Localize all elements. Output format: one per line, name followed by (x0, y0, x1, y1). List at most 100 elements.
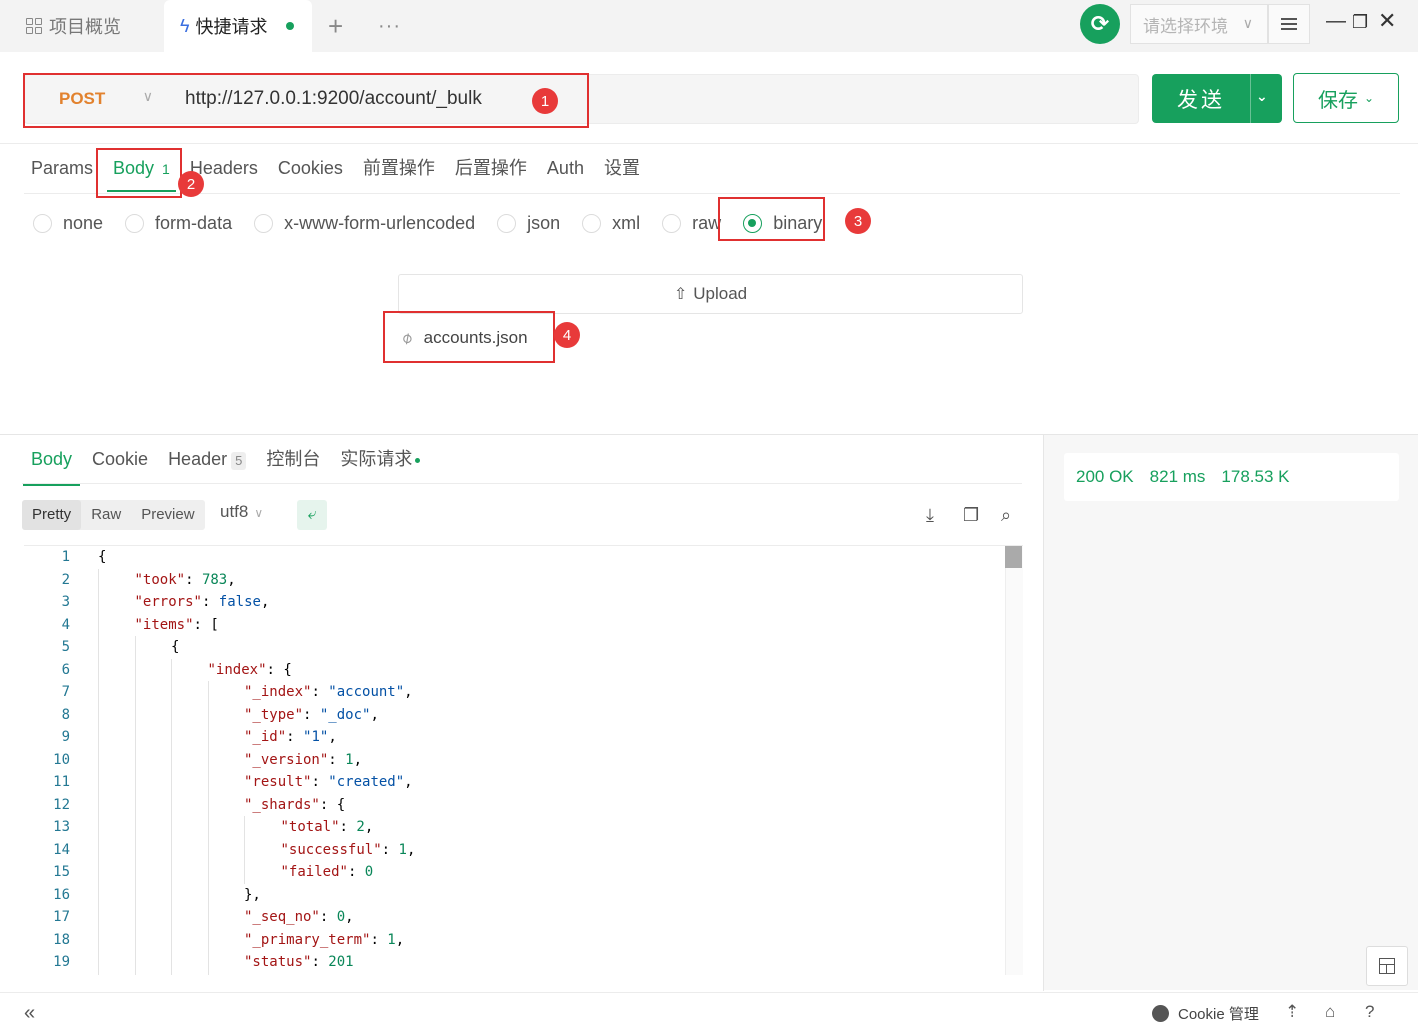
code-token: : (201, 594, 219, 610)
upload-label: Upload (693, 284, 748, 303)
layout-toggle-button[interactable] (1366, 946, 1408, 986)
line-number: 10 (53, 751, 70, 768)
indent-guide (134, 636, 136, 975)
code-token: : (319, 909, 337, 925)
tab-cookies[interactable]: Cookies (278, 150, 343, 190)
send-button[interactable]: 发送 ⌄ (1152, 74, 1282, 123)
cookie-manager-button[interactable]: Cookie 管理 (1152, 1003, 1259, 1024)
line-number: 18 (53, 931, 70, 948)
more-tabs-button[interactable]: ··· (378, 0, 401, 52)
tab-project-overview[interactable]: 项目概览 (26, 0, 121, 52)
tab-console[interactable]: 控制台 (266, 445, 320, 485)
radio-circle (582, 213, 602, 233)
minimize-button[interactable]: — (1326, 10, 1346, 33)
close-button[interactable]: ✕ (1378, 8, 1396, 34)
code-token: : (370, 931, 388, 948)
annotation-badge-2: 2 (178, 171, 204, 197)
scrollbar[interactable] (1005, 546, 1023, 975)
code-token: "took" (134, 571, 186, 588)
code-token: 201 (328, 954, 354, 970)
code-text: "total": 2, (281, 816, 374, 838)
status-bar: « Cookie 管理 ⇡ ⌂ ? (0, 992, 1418, 1032)
scrollbar-thumb[interactable] (1005, 546, 1022, 568)
line-number: 8 (61, 706, 70, 723)
code-token: : (328, 751, 346, 768)
environment-select[interactable]: 请选择环境 ∨ (1130, 4, 1268, 44)
environment-placeholder: 请选择环境 (1143, 16, 1228, 36)
search-icon[interactable]: ⌕ (1001, 505, 1011, 526)
sync-button[interactable]: ⟳ (1080, 4, 1120, 44)
download-icon[interactable]: ⤓ (926, 505, 934, 526)
code-text: "_seq_no": 0, (244, 906, 354, 928)
tab-label: Body (31, 449, 73, 469)
tab-response-header[interactable]: Header 5 (168, 445, 247, 485)
help-icon[interactable]: ? (1365, 1002, 1374, 1022)
tab-post-request[interactable]: 后置操作 (455, 150, 527, 190)
code-text: "took": 783, (135, 569, 236, 591)
collapse-sidebar-icon[interactable]: « (24, 1002, 35, 1025)
code-line: 3 "errors": false, (24, 591, 1004, 613)
line-number: 1 (61, 549, 70, 565)
chevron-down-icon[interactable]: ⌄ (1256, 88, 1268, 105)
code-token: : { (319, 796, 346, 813)
view-preview[interactable]: Preview (131, 500, 204, 530)
line-number: 6 (61, 661, 70, 678)
radio-circle (125, 213, 145, 233)
radio-circle (662, 213, 682, 233)
tab-pre-request[interactable]: 前置操作 (363, 150, 435, 190)
code-text: "failed": 0 (281, 861, 374, 883)
code-token: , (227, 571, 236, 588)
tab-response-body[interactable]: Body (22, 445, 81, 486)
radio-raw[interactable]: raw (662, 213, 721, 234)
code-token: : (311, 774, 329, 790)
tab-count: 5 (231, 452, 247, 470)
line-number: 5 (61, 639, 70, 655)
code-token: "_type" (244, 706, 304, 723)
tab-label: Params (31, 158, 94, 178)
word-wrap-button[interactable]: ⤶ (297, 500, 327, 530)
maximize-button[interactable]: ❐ (1352, 12, 1368, 33)
code-token: "created" (328, 774, 405, 790)
tab-actual-request[interactable]: 实际请求 (340, 445, 421, 485)
save-button[interactable]: 保存 ⌄ (1293, 73, 1399, 123)
code-line: 5{ (24, 636, 1004, 658)
tab-quick-request[interactable]: ϟ 快捷请求 (164, 0, 312, 52)
radio-json[interactable]: json (497, 213, 560, 234)
tab-label: Auth (546, 158, 584, 178)
copy-icon[interactable]: ❐ (963, 505, 979, 526)
code-token: "status" (244, 954, 312, 970)
view-raw[interactable]: Raw (81, 500, 131, 530)
tab-label: 快捷请求 (195, 17, 268, 37)
tab-label: Cookie (92, 449, 149, 469)
code-text: { (98, 546, 106, 568)
upload-button[interactable]: ⇧ Upload (398, 274, 1023, 314)
new-tab-button[interactable]: + (328, 0, 343, 52)
radio-form-data[interactable]: form-data (125, 213, 232, 234)
status-code: 200 OK (1076, 467, 1134, 486)
code-text: }, (244, 884, 261, 906)
radio-none[interactable]: none (33, 213, 103, 234)
response-status-card: 200 OK 821 ms 178.53 K (1064, 453, 1399, 501)
chevron-down-icon: ∨ (1242, 15, 1253, 31)
tab-params[interactable]: Params (31, 150, 93, 190)
code-token: { (98, 549, 107, 565)
radio-xml[interactable]: xml (582, 213, 640, 234)
encoding-select[interactable]: utf8 ∨ (220, 502, 263, 522)
annotation-box-4 (383, 311, 555, 363)
radio-label: xml (612, 212, 641, 233)
line-number: 17 (53, 909, 70, 925)
code-viewer[interactable]: 1{2 "took": 783, 3 "errors": false, 4 "items"… (24, 545, 1023, 975)
tab-settings[interactable]: 设置 (604, 150, 640, 190)
menu-button[interactable] (1268, 4, 1310, 44)
shirt-icon[interactable]: ⌂ (1325, 1002, 1335, 1022)
view-pretty[interactable]: Pretty (22, 500, 82, 530)
code-token: "items" (134, 616, 194, 633)
tab-response-cookie[interactable]: Cookie (92, 445, 148, 485)
code-token: , (370, 706, 379, 723)
radio-urlencoded[interactable]: x-www-form-urlencoded (254, 213, 475, 234)
upload-status-icon[interactable]: ⇡ (1285, 1002, 1299, 1022)
code-token: 1 (387, 931, 396, 948)
tab-auth[interactable]: Auth (547, 150, 584, 190)
code-token: : (311, 954, 329, 970)
code-line: 2 "took": 783, (24, 569, 1004, 591)
